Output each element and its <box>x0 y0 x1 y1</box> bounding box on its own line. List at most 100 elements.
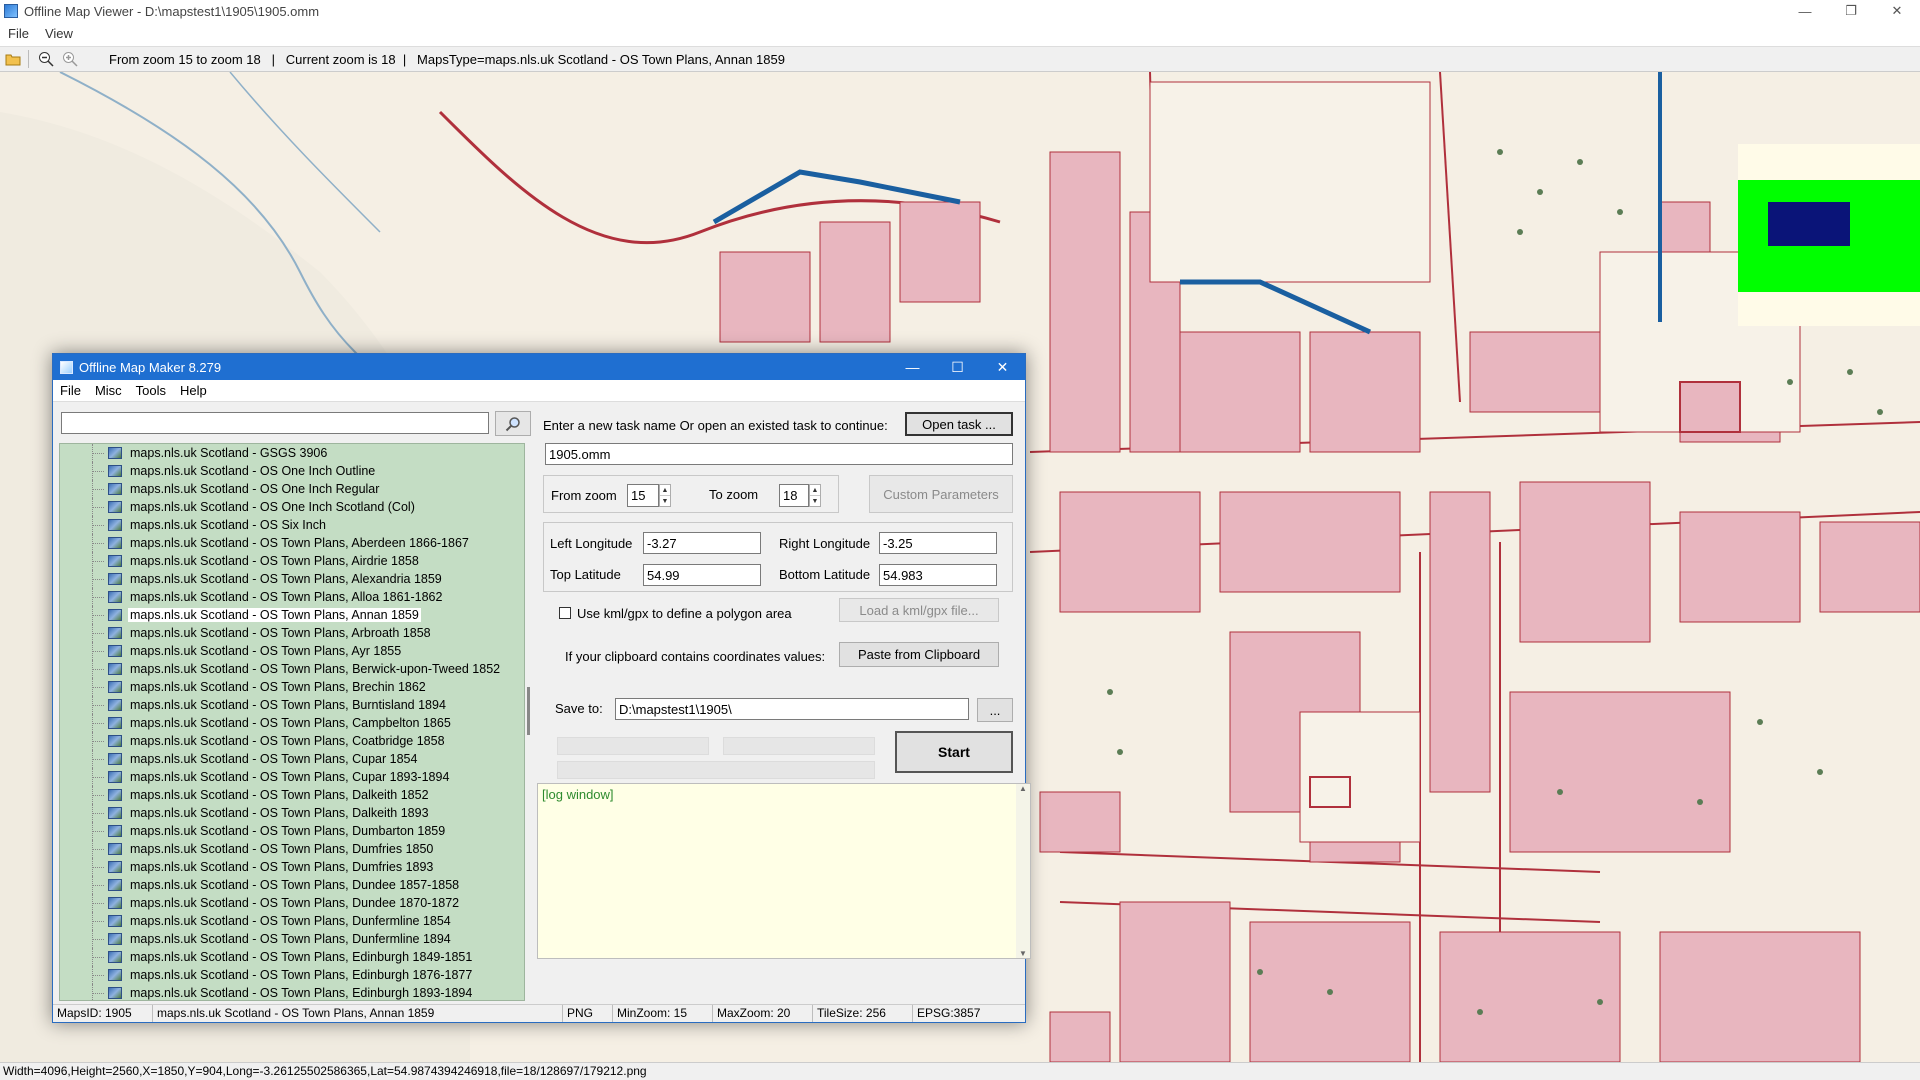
tree-item-label: maps.nls.uk Scotland - OS Town Plans, Du… <box>130 896 460 910</box>
log-window[interactable]: [log window] ▲ ▼ <box>537 783 1031 959</box>
toolbar-separator <box>28 50 29 68</box>
maker-menu-tools[interactable]: Tools <box>129 383 173 398</box>
maker-menu-misc[interactable]: Misc <box>88 383 129 398</box>
map-icon <box>108 699 122 711</box>
tree-item[interactable]: maps.nls.uk Scotland - OS Town Plans, Ab… <box>60 534 524 552</box>
zoom-out-icon[interactable] <box>35 49 57 69</box>
minimize-button[interactable]: — <box>1782 0 1828 22</box>
tree-item[interactable]: maps.nls.uk Scotland - GSGS 3906 <box>60 444 524 462</box>
open-task-button[interactable]: Open task ... <box>905 412 1013 436</box>
minimap-overview[interactable] <box>1738 144 1920 326</box>
zoom-info-text: From zoom 15 to zoom 18 | Current zoom i… <box>109 51 785 67</box>
tree-line <box>92 903 104 904</box>
map-type-tree[interactable]: maps.nls.uk Scotland - GSGS 3906 maps.nls… <box>59 443 525 1001</box>
tree-item[interactable]: maps.nls.uk Scotland - OS One Inch Regul… <box>60 480 524 498</box>
start-button[interactable]: Start <box>895 731 1013 773</box>
map-search-input[interactable] <box>61 412 489 434</box>
to-zoom-field[interactable]: 18 <box>779 484 809 507</box>
tree-item[interactable]: maps.nls.uk Scotland - OS Town Plans, An… <box>60 606 524 624</box>
maker-minimize-button[interactable]: — <box>890 354 935 380</box>
tree-line <box>92 561 104 562</box>
right-longitude-field[interactable]: -3.25 <box>879 532 997 554</box>
viewer-window-controls: — ❐ ✕ <box>1782 0 1920 22</box>
close-button[interactable]: ✕ <box>1874 0 1920 22</box>
tree-item[interactable]: maps.nls.uk Scotland - OS Town Plans, Du… <box>60 930 524 948</box>
tree-item[interactable]: maps.nls.uk Scotland - OS One Inch Outli… <box>60 462 524 480</box>
tree-item[interactable]: maps.nls.uk Scotland - OS Town Plans, Da… <box>60 786 524 804</box>
map-icon <box>108 537 122 549</box>
menu-view[interactable]: View <box>37 26 81 41</box>
scroll-down-icon[interactable]: ▼ <box>1019 949 1027 958</box>
from-zoom-spinner[interactable]: ▲ ▼ <box>659 484 671 507</box>
tree-item[interactable]: maps.nls.uk Scotland - OS Town Plans, Ca… <box>60 714 524 732</box>
save-to-field[interactable]: D:\mapstest1\1905\ <box>615 698 969 720</box>
to-zoom-spinner[interactable]: ▲ ▼ <box>809 484 821 507</box>
log-scrollbar[interactable]: ▲ ▼ <box>1016 784 1030 958</box>
tree-item[interactable]: maps.nls.uk Scotland - OS Town Plans, Bu… <box>60 696 524 714</box>
bottom-latitude-field[interactable]: 54.983 <box>879 564 997 586</box>
tree-item[interactable]: maps.nls.uk Scotland - OS Town Plans, Du… <box>60 876 524 894</box>
custom-parameters-button[interactable]: Custom Parameters <box>869 475 1013 513</box>
use-kml-checkbox[interactable] <box>559 607 571 619</box>
minimap-viewport-box[interactable] <box>1768 202 1850 246</box>
maker-maximize-button[interactable]: ☐ <box>935 354 980 380</box>
tree-item-label: maps.nls.uk Scotland - OS Town Plans, Co… <box>130 734 445 748</box>
right-longitude-label: Right Longitude <box>779 536 871 551</box>
progress-bar-2 <box>723 737 875 755</box>
tree-item[interactable]: maps.nls.uk Scotland - OS One Inch Scotl… <box>60 498 524 516</box>
maker-menu-help[interactable]: Help <box>173 383 214 398</box>
menu-file[interactable]: File <box>0 26 37 41</box>
tree-item[interactable]: maps.nls.uk Scotland - OS Town Plans, Be… <box>60 660 524 678</box>
tree-scrollbar[interactable] <box>525 443 533 1001</box>
tree-item[interactable]: maps.nls.uk Scotland - OS Town Plans, Ed… <box>60 984 524 1000</box>
tree-item[interactable]: maps.nls.uk Scotland - OS Town Plans, Ar… <box>60 624 524 642</box>
from-zoom-field[interactable]: 15 <box>627 484 659 507</box>
scroll-up-icon[interactable]: ▲ <box>1019 784 1027 793</box>
tree-line <box>92 741 104 742</box>
map-icon <box>108 825 122 837</box>
left-longitude-label: Left Longitude <box>550 536 633 551</box>
tree-item[interactable]: maps.nls.uk Scotland - OS Six Inch <box>60 516 524 534</box>
tree-item[interactable]: maps.nls.uk Scotland - OS Town Plans, Du… <box>60 894 524 912</box>
tree-item-label: maps.nls.uk Scotland - OS Town Plans, Ay… <box>130 644 402 658</box>
tree-item[interactable]: maps.nls.uk Scotland - OS Town Plans, Da… <box>60 804 524 822</box>
tree-item[interactable]: maps.nls.uk Scotland - OS Town Plans, Cu… <box>60 768 524 786</box>
map-icon <box>108 753 122 765</box>
tree-item-label: maps.nls.uk Scotland - OS Town Plans, Be… <box>130 662 501 676</box>
top-latitude-field[interactable]: 54.99 <box>643 564 761 586</box>
maker-menu-file[interactable]: File <box>53 383 88 398</box>
tree-line <box>92 615 104 616</box>
tree-item[interactable]: maps.nls.uk Scotland - OS Town Plans, Ed… <box>60 948 524 966</box>
browse-folder-button[interactable]: ... <box>977 698 1013 722</box>
tree-item[interactable]: maps.nls.uk Scotland - OS Town Plans, Co… <box>60 732 524 750</box>
folder-open-icon[interactable] <box>2 49 24 69</box>
tree-item[interactable]: maps.nls.uk Scotland - OS Town Plans, Br… <box>60 678 524 696</box>
load-kml-button[interactable]: Load a kml/gpx file... <box>839 598 999 622</box>
tree-item[interactable]: maps.nls.uk Scotland - OS Town Plans, Cu… <box>60 750 524 768</box>
task-name-field[interactable]: 1905.omm <box>545 443 1013 465</box>
maker-status-bar: MapsID: 1905 maps.nls.uk Scotland - OS T… <box>53 1004 1025 1022</box>
map-icon <box>108 969 122 981</box>
tree-item[interactable]: maps.nls.uk Scotland - OS Town Plans, Du… <box>60 912 524 930</box>
tree-item[interactable]: maps.nls.uk Scotland - OS Town Plans, Al… <box>60 570 524 588</box>
status-format: PNG <box>563 1005 613 1022</box>
tree-item[interactable]: maps.nls.uk Scotland - OS Town Plans, Du… <box>60 822 524 840</box>
restore-button[interactable]: ❐ <box>1828 0 1874 22</box>
paste-from-clipboard-button[interactable]: Paste from Clipboard <box>839 642 999 667</box>
progress-bar-total <box>557 761 875 779</box>
tree-scroll-thumb[interactable] <box>527 687 530 735</box>
left-longitude-field[interactable]: -3.27 <box>643 532 761 554</box>
tree-item[interactable]: maps.nls.uk Scotland - OS Town Plans, Ai… <box>60 552 524 570</box>
tree-item-label: maps.nls.uk Scotland - OS Town Plans, Ed… <box>130 986 473 1000</box>
search-button[interactable] <box>495 411 531 436</box>
map-icon <box>108 861 122 873</box>
tree-item[interactable]: maps.nls.uk Scotland - OS Town Plans, Du… <box>60 840 524 858</box>
tree-item[interactable]: maps.nls.uk Scotland - OS Town Plans, Ay… <box>60 642 524 660</box>
tree-item-label: maps.nls.uk Scotland - OS Town Plans, Al… <box>130 572 442 586</box>
tree-item[interactable]: maps.nls.uk Scotland - OS Town Plans, Al… <box>60 588 524 606</box>
maps-panel: maps.nls.uk Scotland - GSGS 3906 maps.nls… <box>59 411 533 1011</box>
maker-close-button[interactable]: ✕ <box>980 354 1025 380</box>
tree-item[interactable]: maps.nls.uk Scotland - OS Town Plans, Du… <box>60 858 524 876</box>
zoom-in-icon[interactable] <box>59 49 81 69</box>
tree-item[interactable]: maps.nls.uk Scotland - OS Town Plans, Ed… <box>60 966 524 984</box>
